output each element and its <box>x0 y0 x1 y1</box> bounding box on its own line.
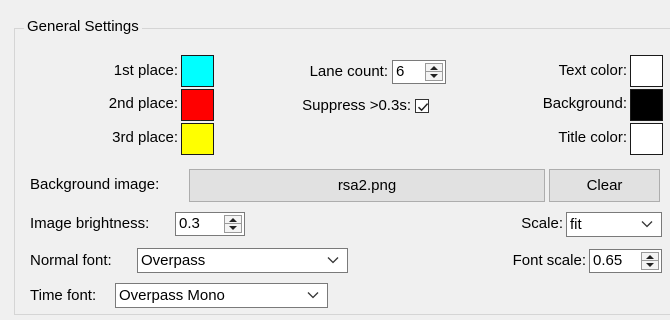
spin-arrows-icon[interactable] <box>425 63 443 81</box>
lane-count-value: 6 <box>396 63 405 80</box>
time-font-label: Time font: <box>30 287 97 304</box>
spin-down-button[interactable] <box>225 224 241 232</box>
second-place-color-swatch[interactable] <box>181 89 214 121</box>
chevron-down-icon <box>327 257 339 264</box>
spin-down-button[interactable] <box>642 261 658 269</box>
text-color-label: Text color: <box>558 62 627 79</box>
scale-value: fit <box>570 216 582 233</box>
first-place-label: 1st place: <box>113 62 178 79</box>
font-scale-value: 0.65 <box>593 252 623 269</box>
suppress-label: Suppress >0.3s: <box>302 97 411 114</box>
time-font-dropdown[interactable]: Overpass Mono <box>115 283 328 308</box>
checkmark-icon <box>417 103 429 112</box>
normal-font-dropdown[interactable]: Overpass <box>137 248 348 273</box>
background-color-label: Background: <box>542 95 627 112</box>
text-color-swatch[interactable] <box>630 55 663 87</box>
background-image-label: Background image: <box>30 176 160 193</box>
normal-font-label: Normal font: <box>30 252 112 269</box>
title-color-label: Title color: <box>558 129 627 146</box>
image-brightness-value: 0.3 <box>179 215 200 232</box>
time-font-value: Overpass Mono <box>119 287 225 304</box>
third-place-color-swatch[interactable] <box>181 123 214 155</box>
spin-arrows-icon[interactable] <box>641 252 659 270</box>
title-color-swatch[interactable] <box>630 123 663 155</box>
spin-down-button[interactable] <box>426 72 442 80</box>
chevron-down-icon <box>307 292 319 299</box>
lane-count-label: Lane count: <box>309 63 388 80</box>
lane-count-spinbox[interactable]: 6 <box>392 60 446 84</box>
image-brightness-spinbox[interactable]: 0.3 <box>175 212 245 236</box>
group-title: General Settings <box>24 17 142 37</box>
background-image-button[interactable]: rsa2.png <box>189 169 545 202</box>
image-brightness-label: Image brightness: <box>30 215 150 232</box>
normal-font-value: Overpass <box>141 252 206 269</box>
clear-button[interactable]: Clear <box>549 169 660 202</box>
scale-dropdown[interactable]: fit <box>566 212 662 237</box>
first-place-color-swatch[interactable] <box>181 55 214 87</box>
spin-arrows-icon[interactable] <box>224 215 242 233</box>
spin-up-button[interactable] <box>426 64 442 72</box>
background-color-swatch[interactable] <box>630 89 663 121</box>
chevron-down-icon <box>641 221 653 228</box>
spin-up-button[interactable] <box>642 253 658 261</box>
suppress-checkbox[interactable] <box>415 99 429 113</box>
font-scale-label: Font scale: <box>512 252 586 269</box>
second-place-label: 2nd place: <box>108 95 178 112</box>
third-place-label: 3rd place: <box>112 129 178 146</box>
scale-label: Scale: <box>521 215 563 232</box>
spin-up-button[interactable] <box>225 216 241 224</box>
font-scale-spinbox[interactable]: 0.65 <box>589 249 662 273</box>
